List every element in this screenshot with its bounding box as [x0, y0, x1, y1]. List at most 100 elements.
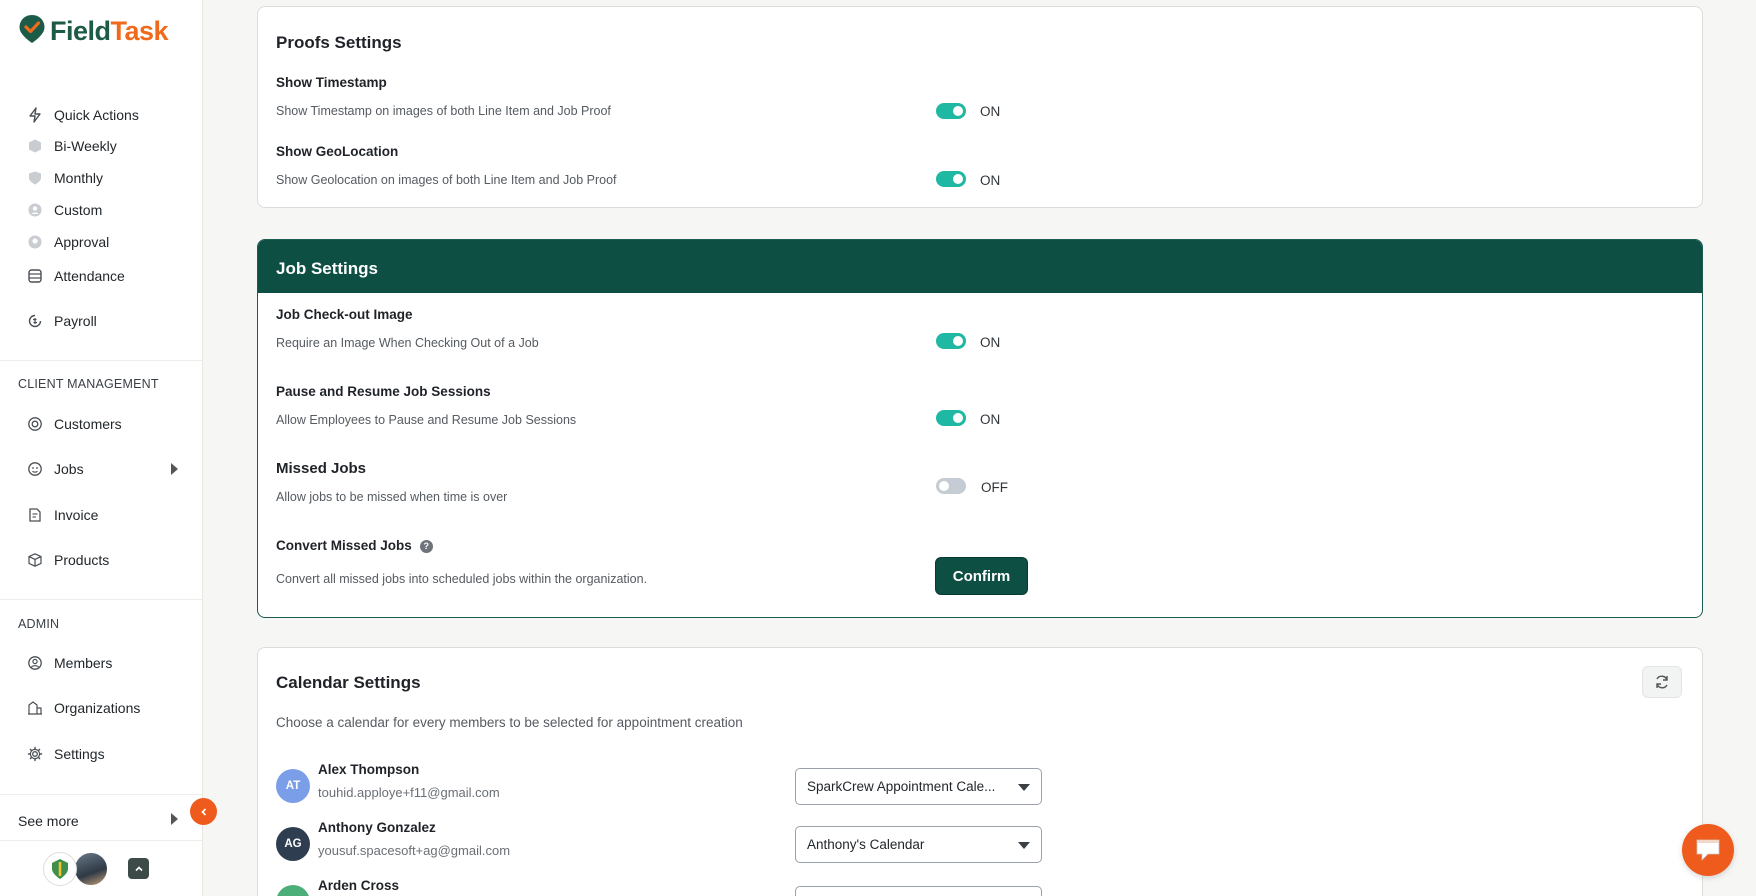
- setting-desc-show-geolocation: Show Geolocation on images of both Line …: [276, 173, 617, 187]
- buildings-icon: [26, 699, 44, 717]
- show-timestamp-toggle[interactable]: [936, 103, 966, 119]
- section-title-client-management: CLIENT MANAGEMENT: [18, 377, 159, 391]
- logo-pin-icon: [18, 14, 46, 49]
- sidebar-item-products[interactable]: Products: [26, 549, 109, 571]
- sidebar-item-organizations[interactable]: Organizations: [26, 697, 140, 719]
- refresh-icon: [1656, 675, 1668, 689]
- setting-title-pause-resume: Pause and Resume Job Sessions: [276, 384, 491, 399]
- help-icon[interactable]: ?: [419, 539, 433, 553]
- setting-desc-show-timestamp: Show Timestamp on images of both Line It…: [276, 104, 611, 118]
- sidebar-item-payroll[interactable]: Payroll: [26, 310, 97, 332]
- sidebar-item-monthly[interactable]: Monthly: [26, 167, 103, 189]
- sidebar-item-custom[interactable]: Custom: [26, 199, 102, 221]
- calendar-select[interactable]: Anthony's Calendar: [795, 826, 1042, 863]
- setting-title-show-timestamp: Show Timestamp: [276, 75, 387, 90]
- cube-icon: [26, 137, 44, 155]
- setting-title-show-geolocation: Show GeoLocation: [276, 144, 399, 159]
- pause-resume-toggle[interactable]: [936, 410, 966, 426]
- organization-logo-icon: [52, 859, 68, 879]
- sidebar-item-label: Payroll: [54, 313, 97, 329]
- refresh-button[interactable]: [1642, 666, 1682, 698]
- user-circle-icon: [26, 201, 44, 219]
- missed-jobs-toggle[interactable]: [936, 478, 966, 494]
- database-icon: [26, 267, 44, 285]
- invoice-icon: [26, 506, 44, 524]
- sidebar-item-customers[interactable]: Customers: [26, 413, 122, 435]
- shield-icon: [26, 169, 44, 187]
- collapse-sidebar-button[interactable]: [190, 798, 217, 825]
- setting-title-job-checkout-image: Job Check-out Image: [276, 307, 413, 322]
- avatar: [276, 885, 310, 896]
- chat-icon: [1696, 839, 1720, 861]
- job-settings-card: Job Settings Job Check-out Image Require…: [257, 239, 1703, 618]
- sidebar-item-label: Quick Actions: [54, 107, 139, 123]
- sidebar-item-label: Monthly: [54, 170, 104, 186]
- sidebar-item-bi-weekly[interactable]: Bi-Weekly: [26, 135, 117, 157]
- user-icon: [26, 654, 44, 672]
- organization-avatar[interactable]: [43, 852, 77, 886]
- missed-jobs-state: OFF: [981, 480, 1008, 495]
- setting-desc-job-checkout-image: Require an Image When Checking Out of a …: [276, 336, 539, 350]
- sidebar-item-label: Organizations: [54, 700, 141, 716]
- calendar-select-value: Anthony's Calendar: [807, 837, 925, 852]
- sidebar-item-label: Approval: [54, 234, 110, 250]
- calendar-settings-desc: Choose a calendar for every members to b…: [276, 715, 743, 730]
- member-email: yousuf.spacesoft+ag@gmail.com: [318, 843, 511, 858]
- sidebar-item-quick-actions[interactable]: Quick Actions: [26, 104, 139, 126]
- payroll-icon: [26, 312, 44, 330]
- setting-title-convert-missed-jobs: Convert Missed Jobs?: [276, 538, 433, 553]
- convert-missed-jobs-label: Convert Missed Jobs: [276, 538, 412, 553]
- member-name: Anthony Gonzalez: [318, 820, 436, 835]
- lightning-icon: [26, 106, 44, 124]
- user-avatar[interactable]: [73, 851, 109, 887]
- proofs-settings-title: Proofs Settings: [276, 33, 402, 52]
- app-name: FieldTask: [50, 16, 169, 46]
- avatar: AG: [276, 827, 310, 861]
- chevron-left-icon: [200, 807, 206, 816]
- face-icon: [26, 460, 44, 478]
- jobs-expand-caret-icon[interactable]: [171, 463, 178, 475]
- proofs-settings-card: Proofs Settings Show Timestamp Show Time…: [257, 6, 1703, 208]
- sidebar-divider: [0, 360, 203, 361]
- setting-desc-convert-missed-jobs: Convert all missed jobs into scheduled j…: [276, 572, 648, 586]
- section-title-admin: ADMIN: [18, 617, 60, 631]
- chat-support-button[interactable]: [1682, 824, 1734, 876]
- gear-icon: [26, 745, 44, 763]
- badge-icon: [26, 233, 44, 251]
- app-logo[interactable]: FieldTask: [18, 14, 169, 49]
- calendar-settings-title: Calendar Settings: [276, 673, 421, 692]
- avatar: AT: [276, 769, 310, 803]
- confirm-button[interactable]: Confirm: [935, 557, 1028, 595]
- member-email: touhid.apploye+f11@gmail.com: [318, 785, 500, 800]
- setting-title-missed-jobs: Missed Jobs: [276, 460, 367, 477]
- sidebar-item-approval[interactable]: Approval: [26, 231, 109, 253]
- show-timestamp-state: ON: [980, 104, 1001, 119]
- see-more-label: See more: [18, 813, 79, 829]
- account-menu-chevron-up-icon[interactable]: [128, 858, 149, 879]
- sidebar-divider: [0, 599, 203, 600]
- setting-desc-pause-resume: Allow Employees to Pause and Resume Job …: [276, 413, 577, 427]
- calendar-select-value: SparkCrew Appointment Cale...: [807, 779, 996, 794]
- see-more-link[interactable]: See more: [18, 810, 79, 832]
- sidebar-item-invoice[interactable]: Invoice: [26, 504, 98, 526]
- member-name: Alex Thompson: [318, 762, 420, 777]
- sidebar-item-jobs[interactable]: Jobs: [26, 458, 84, 480]
- show-geolocation-state: ON: [980, 173, 1001, 188]
- calendar-select[interactable]: SparkCrew Appointment Cale...: [795, 768, 1042, 805]
- sidebar-item-settings[interactable]: Settings: [26, 743, 105, 765]
- job-settings-title: Job Settings: [276, 259, 379, 278]
- see-more-caret-icon[interactable]: [171, 813, 178, 825]
- calendar-select[interactable]: [795, 886, 1042, 896]
- sidebar: FieldTask Quick Actions Bi-Weekly Monthl…: [0, 0, 203, 896]
- sidebar-item-attendance[interactable]: Attendance: [26, 265, 125, 287]
- sidebar-item-label: Settings: [54, 746, 105, 762]
- sidebar-item-members[interactable]: Members: [26, 652, 112, 674]
- job-checkout-image-state: ON: [980, 335, 1001, 350]
- job-checkout-image-toggle[interactable]: [936, 333, 966, 349]
- job-settings-header: Job Settings: [258, 240, 1702, 293]
- sidebar-item-label: Members: [54, 655, 113, 671]
- member-name: Arden Cross: [318, 878, 400, 893]
- show-geolocation-toggle[interactable]: [936, 171, 966, 187]
- chevron-down-icon: [1018, 842, 1030, 849]
- calendar-settings-card: Calendar Settings Choose a calendar for …: [257, 647, 1703, 896]
